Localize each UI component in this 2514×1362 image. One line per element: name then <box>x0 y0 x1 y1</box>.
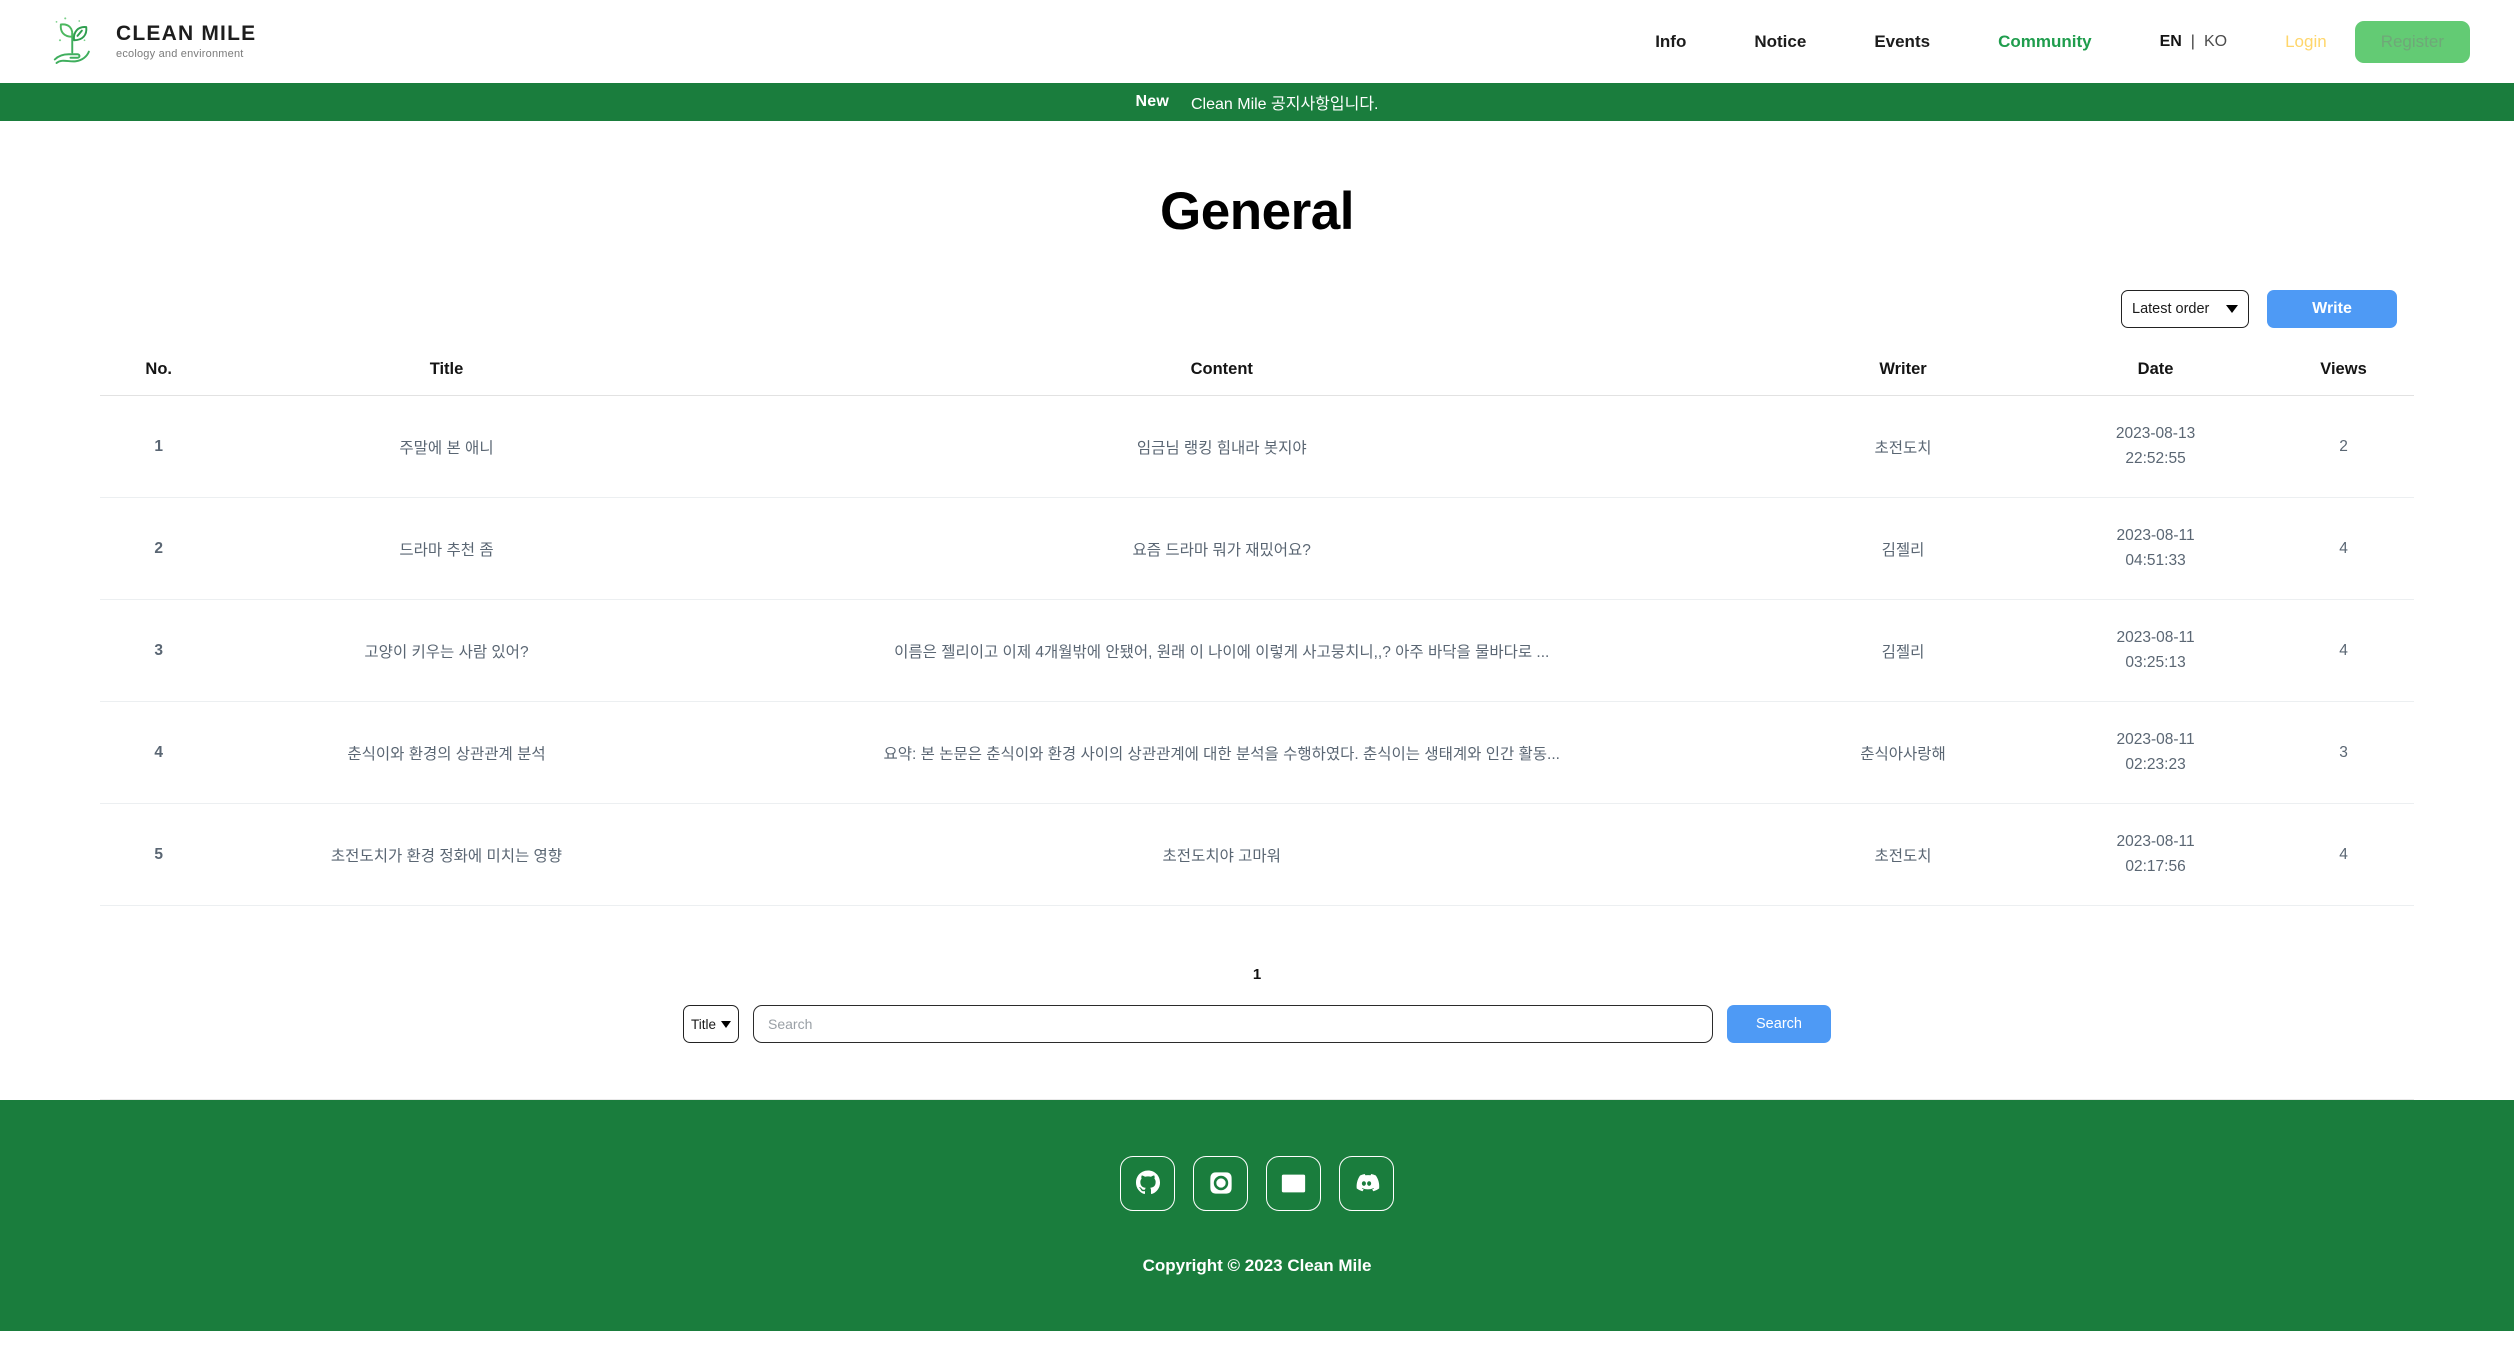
chevron-down-icon <box>2226 305 2238 313</box>
cell-no: 2 <box>100 497 218 600</box>
table-row[interactable]: 5 초전도치가 환경 정화에 미치는 영향 초전도치야 고마워 초전도치 202… <box>100 803 2414 906</box>
cell-date-time: 03:25:13 <box>2125 653 2186 671</box>
cell-title[interactable]: 춘식이와 환경의 상관관계 분석 <box>217 701 676 804</box>
copyright-text: Copyright © 2023 Clean Mile <box>1142 1255 1372 1275</box>
social-links <box>1120 1155 1394 1211</box>
cell-title[interactable]: 주말에 본 애니 <box>217 395 676 498</box>
sort-order-value: Latest order <box>2132 301 2210 317</box>
board-table-body: 1 주말에 본 애니 임금님 랭킹 힘내라 봇지야 초전도치 2023-08-1… <box>100 395 2414 906</box>
cell-writer: 초전도치 <box>1767 395 2039 498</box>
cell-no: 1 <box>100 395 218 498</box>
cell-title[interactable]: 드라마 추천 좀 <box>217 497 676 600</box>
register-button[interactable]: Register <box>2354 20 2470 63</box>
search-button[interactable]: Search <box>1727 1005 1831 1043</box>
search-bar: Title Search <box>100 1005 2414 1043</box>
write-button[interactable]: Write <box>2267 290 2397 328</box>
column-header-writer: Writer <box>1767 350 2039 396</box>
table-row[interactable]: 2 드라마 추천 좀 요즘 드라마 뭐가 재밌어요? 김젤리 2023-08-1… <box>100 497 2414 600</box>
hand-holding-plant-icon <box>46 14 102 70</box>
cell-no: 3 <box>100 599 218 702</box>
instagram-icon[interactable] <box>1193 1155 1248 1211</box>
cell-date-day: 2023-08-11 <box>2116 731 2195 749</box>
cell-date-day: 2023-08-13 <box>2115 425 2196 443</box>
table-row[interactable]: 3 고양이 키우는 사람 있어? 이름은 젤리이고 이제 4개월밖에 안됐어, … <box>100 599 2414 702</box>
cell-writer: 김젤리 <box>1767 497 2039 600</box>
cell-date-time: 02:17:56 <box>2125 857 2186 875</box>
notice-message: Clean Mile 공지사항입니다. <box>1190 96 1379 113</box>
nav-item-info[interactable]: Info <box>1621 32 1720 52</box>
lang-en[interactable]: EN <box>2160 33 2182 51</box>
cell-date-time: 04:51:33 <box>2125 551 2186 569</box>
cell-content: 초전도치야 고마워 <box>675 803 1768 906</box>
cell-title[interactable]: 고양이 키우는 사람 있어? <box>217 599 676 702</box>
cell-date-time: 02:23:23 <box>2125 755 2186 773</box>
cell-no: 5 <box>100 803 218 906</box>
cell-views: 4 <box>2273 497 2414 600</box>
lang-separator: | <box>2190 32 2195 50</box>
cell-date-day: 2023-08-11 <box>2116 527 2195 545</box>
column-header-views: Views <box>2273 350 2414 396</box>
cell-views: 4 <box>2273 803 2414 906</box>
table-header-row: No. Title Content Writer Date Views <box>100 350 2414 396</box>
lang-ko[interactable]: KO <box>2204 33 2227 51</box>
site-footer: Copyright © 2023 Clean Mile <box>0 1100 2514 1331</box>
chevron-down-icon <box>721 1020 731 1028</box>
cell-date: 2023-08-11 02:17:56 <box>2038 803 2274 906</box>
notice-banner[interactable]: New Clean Mile 공지사항입니다. <box>0 83 2514 121</box>
cell-writer: 춘식아사랑해 <box>1767 701 2039 804</box>
cell-content: 요약: 본 논문은 춘식이와 환경 사이의 상관관계에 대한 분석을 수행하였다… <box>675 701 1768 804</box>
nav-item-events[interactable]: Events <box>1840 32 1964 52</box>
cell-content: 임금님 랭킹 힘내라 봇지야 <box>675 395 1768 498</box>
brand-title: CLEAN MILE <box>116 22 257 45</box>
github-icon[interactable] <box>1120 1155 1175 1211</box>
column-header-no: No. <box>100 350 218 396</box>
page-number-1[interactable]: 1 <box>1253 966 1261 983</box>
board-table: No. Title Content Writer Date Views 1 주말… <box>100 350 2414 906</box>
discord-icon[interactable] <box>1339 1155 1394 1211</box>
cell-date-time: 22:52:55 <box>2125 449 2186 467</box>
cell-content: 요즘 드라마 뭐가 재밌어요? <box>675 497 1768 600</box>
search-field-select[interactable]: Title <box>683 1005 739 1043</box>
cell-date: 2023-08-11 04:51:33 <box>2038 497 2274 600</box>
column-header-date: Date <box>2038 350 2274 396</box>
pagination: 1 <box>100 966 2414 983</box>
column-header-content: Content <box>675 350 1768 396</box>
board-toolbar: Latest order Write <box>100 290 2414 328</box>
table-row[interactable]: 1 주말에 본 애니 임금님 랭킹 힘내라 봇지야 초전도치 2023-08-1… <box>100 395 2414 498</box>
cell-writer: 초전도치 <box>1767 803 2039 906</box>
search-input[interactable] <box>753 1005 1713 1043</box>
brand-text: CLEAN MILE ecology and environment <box>116 23 256 60</box>
cell-views: 4 <box>2273 599 2414 702</box>
brand-tagline: ecology and environment <box>116 48 244 60</box>
login-link[interactable]: Login <box>2257 32 2355 52</box>
brand-logo[interactable]: CLEAN MILE ecology and environment <box>46 14 256 70</box>
cell-content: 이름은 젤리이고 이제 4개월밖에 안됐어, 원래 이 나이에 이렇게 사고뭉치… <box>675 599 1768 702</box>
table-row[interactable]: 4 춘식이와 환경의 상관관계 분석 요약: 본 논문은 춘식이와 환경 사이의… <box>100 701 2414 804</box>
cell-writer: 김젤리 <box>1767 599 2039 702</box>
nav-item-community[interactable]: Community <box>1964 32 2126 52</box>
cell-no: 4 <box>100 701 218 804</box>
cell-date-day: 2023-08-11 <box>2116 629 2195 647</box>
cell-views: 2 <box>2273 395 2414 498</box>
column-header-title: Title <box>217 350 676 396</box>
page-title: General <box>1160 182 1354 241</box>
main-content: General Latest order Write No. Title Con… <box>0 121 2514 1100</box>
cell-views: 3 <box>2273 701 2414 804</box>
site-header: CLEAN MILE ecology and environment Info … <box>0 0 2514 83</box>
cell-date: 2023-08-13 22:52:55 <box>2038 395 2274 498</box>
language-switcher: EN | KO <box>2126 33 2258 51</box>
cell-date: 2023-08-11 03:25:13 <box>2038 599 2274 702</box>
sort-order-select[interactable]: Latest order <box>2121 290 2249 328</box>
search-field-value: Title <box>691 1016 717 1032</box>
board-table-head: No. Title Content Writer Date Views <box>100 350 2414 396</box>
nav-item-notice[interactable]: Notice <box>1720 32 1840 52</box>
cell-date-day: 2023-08-11 <box>2116 833 2195 851</box>
cell-title[interactable]: 초전도치가 환경 정화에 미치는 영향 <box>217 803 676 906</box>
main-nav: Info Notice Events Community EN | KO Log… <box>1621 20 2470 63</box>
notice-new-badge: New <box>1135 93 1169 110</box>
cell-date: 2023-08-11 02:23:23 <box>2038 701 2274 804</box>
email-icon[interactable] <box>1266 1155 1321 1211</box>
